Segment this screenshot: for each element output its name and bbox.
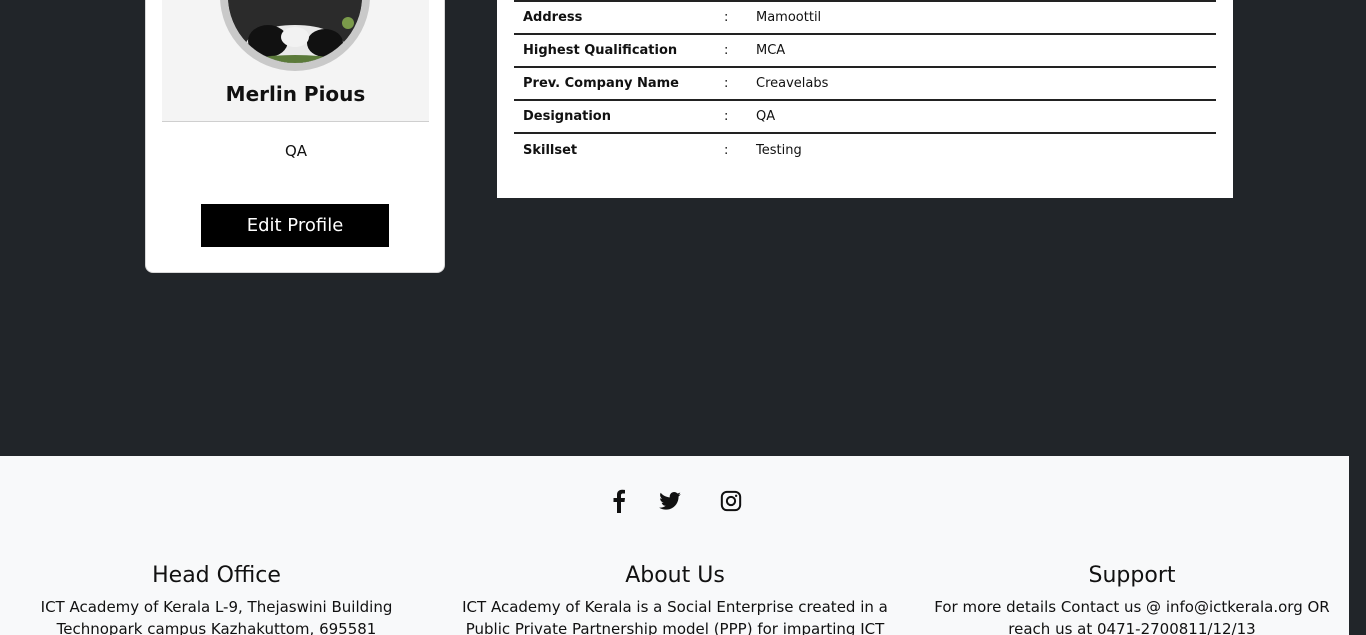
detail-separator: : bbox=[724, 10, 729, 25]
detail-label: Designation bbox=[523, 109, 611, 124]
profile-role: QA bbox=[284, 142, 308, 160]
detail-value: MCA bbox=[756, 43, 786, 58]
head-office-title: Head Office bbox=[152, 563, 281, 588]
profile-details-panel: Address : Mamoottil Highest Qualificatio… bbox=[497, 0, 1233, 198]
footer-about: About Us ICT Academy of Kerala is a Soci… bbox=[455, 563, 895, 635]
profile-details-table: Address : Mamoottil Highest Qualificatio… bbox=[514, 0, 1216, 166]
head-office-text: ICT Academy of Kerala L-9, Thejaswini Bu… bbox=[40, 598, 393, 635]
support-text: For more details Contact us @ info@ictke… bbox=[934, 598, 1330, 635]
twitter-icon[interactable] bbox=[657, 488, 683, 514]
table-row: Skillset : Testing bbox=[514, 133, 1216, 166]
detail-separator: : bbox=[724, 76, 729, 91]
detail-separator: : bbox=[724, 142, 729, 158]
detail-separator: : bbox=[724, 43, 729, 58]
profile-name: Merlin Pious bbox=[225, 82, 366, 106]
table-row: Highest Qualification : MCA bbox=[514, 34, 1216, 67]
avatar-image bbox=[228, 0, 362, 63]
detail-label: Skillset bbox=[523, 142, 578, 158]
footer: Head Office ICT Academy of Kerala L-9, T… bbox=[0, 456, 1349, 635]
footer-head-office: Head Office ICT Academy of Kerala L-9, T… bbox=[0, 563, 433, 635]
detail-value: QA bbox=[756, 109, 776, 124]
detail-value: Creavelabs bbox=[756, 76, 829, 91]
table-row: Prev. Company Name : Creavelabs bbox=[514, 67, 1216, 100]
about-text: ICT Academy of Kerala is a Social Enterp… bbox=[462, 598, 888, 635]
about-title: About Us bbox=[625, 563, 725, 588]
table-row: Designation : QA bbox=[514, 100, 1216, 133]
detail-value: Testing bbox=[756, 142, 802, 158]
profile-card: Merlin Pious QA Edit Profile bbox=[145, 0, 445, 273]
detail-label: Prev. Company Name bbox=[523, 76, 679, 91]
detail-value: Mamoottil bbox=[756, 10, 822, 25]
edit-profile-button[interactable]: Edit Profile bbox=[201, 204, 389, 247]
support-title: Support bbox=[1088, 563, 1176, 588]
detail-label: Address bbox=[523, 10, 583, 25]
profile-header: Merlin Pious bbox=[162, 0, 429, 122]
instagram-icon[interactable] bbox=[718, 488, 744, 514]
detail-separator: : bbox=[724, 109, 729, 124]
footer-support: Support For more details Contact us @ in… bbox=[915, 563, 1349, 635]
social-links bbox=[0, 488, 1349, 514]
detail-label: Highest Qualification bbox=[523, 43, 678, 58]
avatar bbox=[220, 0, 370, 71]
table-row: Address : Mamoottil bbox=[514, 1, 1216, 34]
facebook-icon[interactable] bbox=[606, 488, 632, 514]
